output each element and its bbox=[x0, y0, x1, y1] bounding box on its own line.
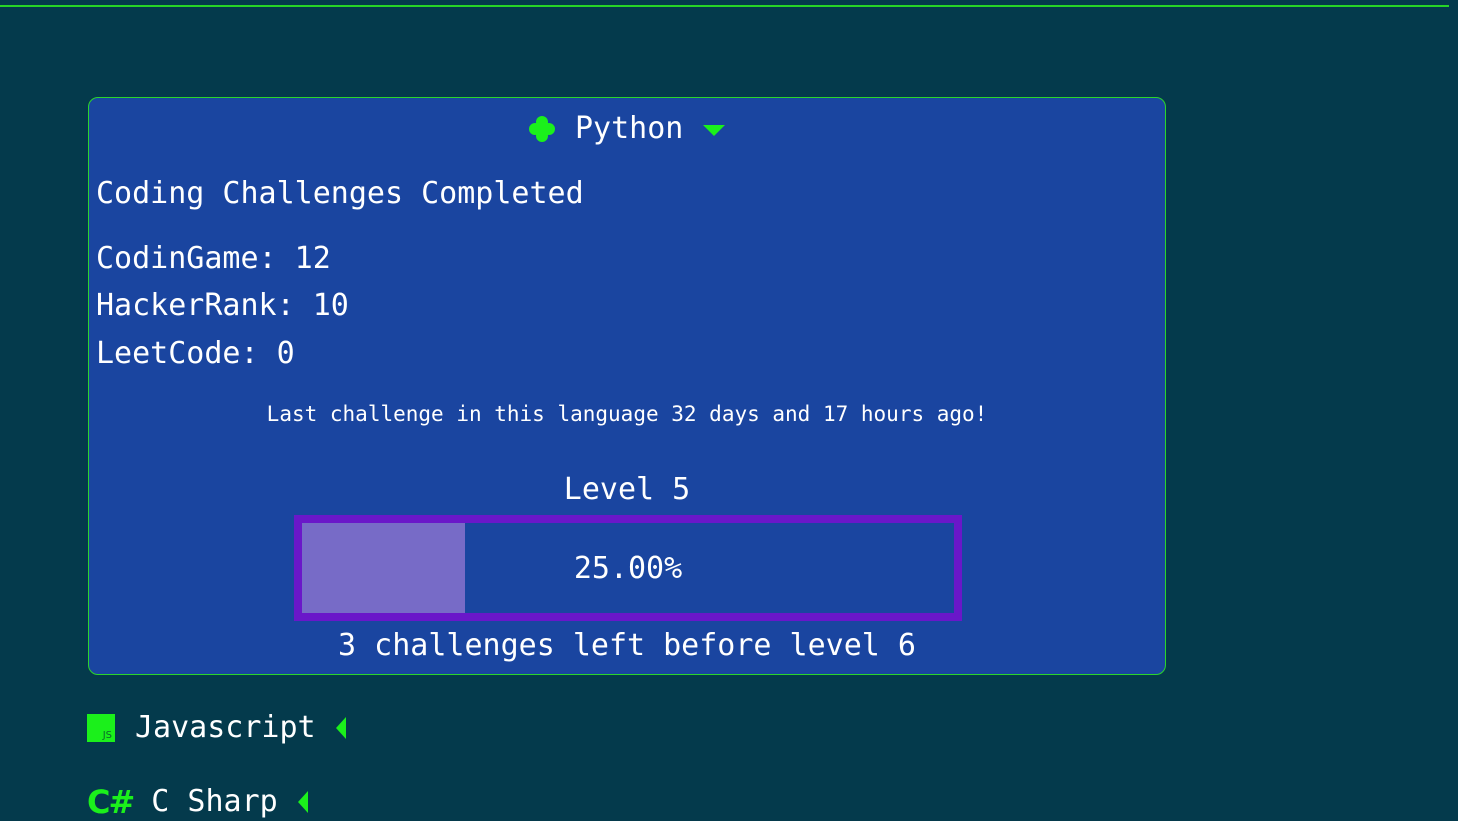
stat-hackerrank: HackerRank: 10 bbox=[96, 288, 349, 323]
stat-leetcode: LeetCode: 0 bbox=[96, 336, 295, 371]
level-progress-bar: 25.00% bbox=[294, 515, 962, 621]
level-label: Level 5 bbox=[563, 472, 691, 507]
csharp-label: C Sharp bbox=[151, 784, 278, 819]
python-header-toggle[interactable]: Python bbox=[527, 111, 726, 147]
csharp-icon: C# bbox=[87, 783, 135, 821]
progress-percent: 25.00% bbox=[573, 550, 683, 586]
python-label: Python bbox=[575, 111, 684, 146]
python-icon bbox=[529, 116, 555, 142]
stat-codingame: CodinGame: 12 bbox=[96, 241, 331, 276]
javascript-icon: JS bbox=[87, 714, 115, 742]
last-challenge-text: Last challenge in this language 32 days … bbox=[266, 402, 988, 426]
javascript-label: Javascript bbox=[135, 710, 316, 745]
caret-left-icon[interactable] bbox=[335, 717, 346, 739]
javascript-row-toggle[interactable]: JS Javascript bbox=[87, 710, 346, 746]
top-divider bbox=[0, 5, 1449, 7]
challenges-heading: Coding Challenges Completed bbox=[96, 176, 584, 211]
caret-down-icon[interactable] bbox=[703, 124, 726, 136]
csharp-row-toggle[interactable]: C# C Sharp bbox=[87, 783, 308, 821]
challenges-left-text: 3 challenges left before level 6 bbox=[338, 628, 916, 663]
caret-left-icon[interactable] bbox=[297, 791, 308, 813]
